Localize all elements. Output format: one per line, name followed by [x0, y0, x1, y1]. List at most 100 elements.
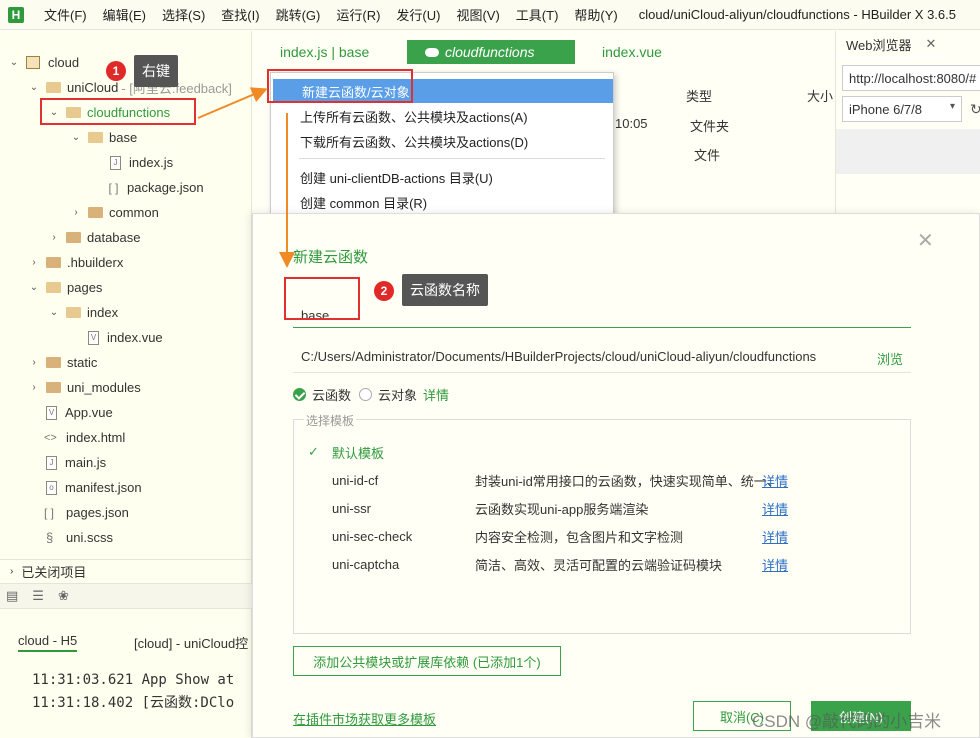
tree-item-uni-scss[interactable]: § uni.scss — [46, 525, 113, 550]
template-detail-link[interactable]: 详情 — [762, 555, 788, 574]
tree-item-unicloud[interactable]: ⌄ uniCloud - [阿里云:feedback] — [28, 75, 232, 100]
radio-cloud-function[interactable] — [293, 387, 306, 401]
scss-file-icon: § — [46, 530, 54, 545]
outline-icon[interactable]: ☰ — [32, 588, 44, 604]
closed-projects[interactable]: › 已关闭项目 — [0, 559, 252, 583]
console-tab-h5[interactable]: cloud - H5 — [18, 633, 78, 652]
tree-item-index-html[interactable]: <> index.html — [44, 425, 125, 450]
refresh-icon[interactable]: ↻ — [970, 101, 980, 118]
tree-item-database[interactable]: › database — [48, 225, 140, 250]
manifest-file-icon: o — [46, 480, 57, 495]
tab-index-js[interactable]: index.js | base — [280, 40, 369, 64]
browse-link[interactable]: 浏览 — [877, 349, 903, 368]
project-manager-icon[interactable]: ▤ — [6, 588, 18, 604]
menu-find[interactable]: 查找(I) — [213, 5, 267, 24]
chevron-right-icon[interactable]: › — [48, 232, 60, 243]
console-tab-unicloud[interactable]: [cloud] - uniCloud控 — [134, 633, 248, 652]
folder-icon — [46, 257, 61, 268]
menu-help[interactable]: 帮助(Y) — [566, 5, 625, 24]
folder-icon — [46, 282, 61, 293]
path-field[interactable]: C:/Users/Administrator/Documents/HBuilde… — [293, 341, 911, 373]
tree-item-label: index.html — [66, 430, 126, 445]
column-header-type[interactable]: 类型 — [686, 86, 712, 105]
device-select[interactable]: iPhone 6/7/8 ▾ — [842, 96, 962, 122]
menu-item-create-common[interactable]: 创建 common 目录(R) — [271, 190, 613, 214]
menu-item-download-all[interactable]: 下载所有云函数、公共模块及actions(D) — [271, 129, 613, 153]
tree-item-index-js[interactable]: J index.js — [110, 150, 173, 175]
column-header-size[interactable]: 大小 — [807, 86, 833, 105]
browser-viewport — [836, 129, 980, 174]
menu-item-create-clientdb-actions[interactable]: 创建 uni-clientDB-actions 目录(U) — [271, 165, 613, 189]
menu-publish[interactable]: 发行(U) — [388, 5, 448, 24]
plugin-market-link[interactable]: 在插件市场获取更多模板 — [293, 709, 436, 728]
tree-item-pages[interactable]: ⌄ pages — [28, 275, 103, 300]
chevron-right-icon[interactable]: › — [70, 207, 82, 218]
folder-icon — [88, 132, 103, 143]
cell-folder: 文件夹 — [690, 119, 730, 134]
chevron-right-icon[interactable]: › — [10, 566, 13, 577]
chevron-down-icon[interactable]: ⌄ — [28, 82, 40, 93]
type-detail-link[interactable]: 详情 — [423, 385, 449, 404]
template-row-default[interactable]: ✓ 默认模板 — [294, 441, 910, 463]
menu-item-upload-all[interactable]: 上传所有云函数、公共模块及actions(A) — [271, 104, 613, 128]
tree-item-hbuilderx[interactable]: › .hbuilderx — [28, 250, 123, 275]
folder-icon — [66, 307, 81, 318]
tree-item-pages-json[interactable]: [ ] pages.json — [44, 500, 129, 525]
chevron-right-icon[interactable]: › — [28, 257, 40, 268]
chevron-down-icon[interactable]: ⌄ — [28, 282, 40, 293]
cell-time: 10:05 — [615, 116, 648, 131]
tab-web-browser[interactable]: Web浏览器 ✕ — [836, 31, 946, 59]
chevron-down-icon[interactable]: ⌄ — [70, 132, 82, 143]
tree-item-cloud[interactable]: ⌄ cloud — [8, 50, 79, 75]
chevron-down-icon[interactable]: ⌄ — [8, 57, 20, 68]
template-detail-link[interactable]: 详情 — [762, 471, 788, 490]
tree-item-app-vue[interactable]: V App.vue — [46, 400, 113, 425]
annotation-box-cloudfunctions — [40, 98, 196, 125]
editor-tabs: index.js | base cloudfunctions index.vue — [253, 31, 833, 71]
plugin-icon[interactable]: ❀ — [58, 588, 69, 604]
menu-tools[interactable]: 工具(T) — [508, 5, 567, 24]
radio-cloud-object[interactable] — [359, 387, 373, 401]
folder-icon — [88, 207, 103, 218]
tree-item-index-folder[interactable]: ⌄ index — [48, 300, 118, 325]
tree-item-main-js[interactable]: J main.js — [46, 450, 106, 475]
menu-view[interactable]: 视图(V) — [448, 5, 507, 24]
tab-cloudfunctions[interactable]: cloudfunctions — [407, 40, 575, 64]
template-detail-link[interactable]: 详情 — [762, 499, 788, 518]
tree-item-package-json[interactable]: [ ] package.json — [108, 175, 203, 200]
folder-icon — [46, 82, 61, 93]
chevron-right-icon[interactable]: › — [28, 382, 40, 393]
tab-index-vue[interactable]: index.vue — [602, 40, 662, 64]
add-dependency-button[interactable]: 添加公共模块或扩展库依赖 (已添加1个) — [293, 646, 561, 676]
chevron-right-icon[interactable]: › — [28, 357, 40, 368]
template-row[interactable]: uni-ssr 云函数实现uni-app服务端渲染 详情 — [294, 497, 910, 519]
template-name: uni-sec-check — [332, 528, 413, 544]
tree-item-uni-modules[interactable]: › uni_modules — [28, 375, 140, 400]
chevron-down-icon[interactable]: ⌄ — [48, 307, 60, 318]
tree-item-base[interactable]: ⌄ base — [70, 125, 137, 150]
close-icon[interactable]: ✕ — [917, 228, 934, 253]
menu-select[interactable]: 选择(S) — [154, 5, 213, 24]
menu-file[interactable]: 文件(F) — [36, 5, 95, 24]
menu-edit[interactable]: 编辑(E) — [95, 5, 154, 24]
template-row[interactable]: uni-sec-check 内容安全检测，包含图片和文字检测 详情 — [294, 525, 910, 547]
tree-item-label: main.js — [65, 455, 107, 470]
folder-icon — [46, 357, 61, 368]
menu-goto[interactable]: 跳转(G) — [268, 5, 329, 24]
menu-run[interactable]: 运行(R) — [328, 5, 388, 24]
template-name: uni-ssr — [332, 500, 372, 516]
tree-item-index-vue[interactable]: V index.vue — [88, 325, 163, 350]
tree-item-common[interactable]: › common — [70, 200, 159, 225]
type-radio-group: 云函数 云对象 详情 — [293, 384, 449, 404]
tree-item-static[interactable]: › static — [28, 350, 97, 375]
template-row[interactable]: uni-captcha 简洁、高效、灵活可配置的云端验证码模块 详情 — [294, 553, 910, 575]
tree-item-label: pages — [67, 280, 103, 295]
close-icon[interactable]: ✕ — [926, 36, 937, 52]
annotation-box-name-input — [284, 277, 360, 320]
url-input[interactable]: http://localhost:8080/# — [842, 65, 980, 91]
template-detail-link[interactable]: 详情 — [762, 527, 788, 546]
template-row[interactable]: uni-id-cf 封装uni-id常用接口的云函数，快速实现简单、统一、 详情 — [294, 469, 910, 491]
html-file-icon: <> — [44, 431, 57, 444]
tree-item-manifest-json[interactable]: o manifest.json — [46, 475, 142, 500]
json-file-icon: [ ] — [108, 180, 119, 195]
